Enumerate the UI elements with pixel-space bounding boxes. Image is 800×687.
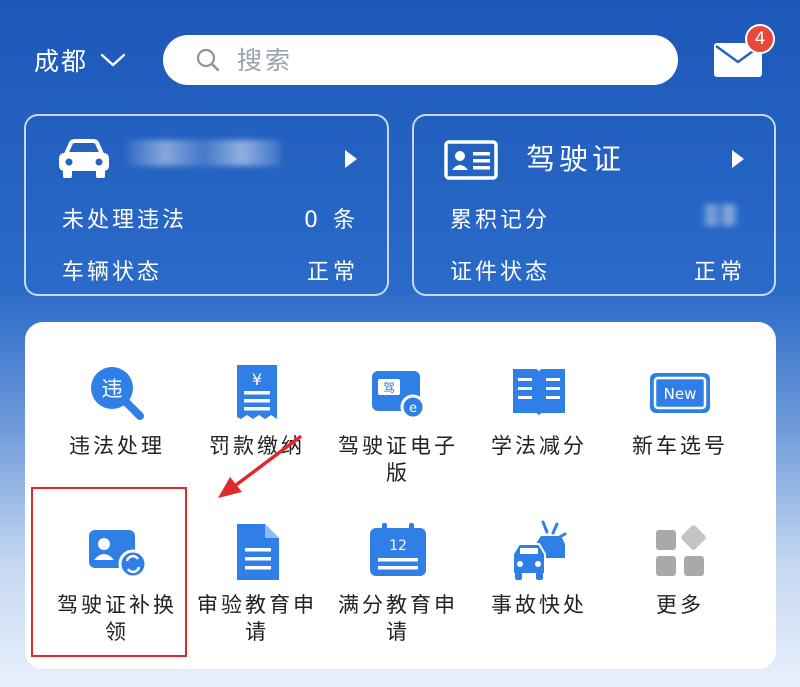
chevron-down-icon — [100, 53, 126, 67]
service-accident[interactable]: 事故快处 — [474, 520, 604, 619]
new-plate-icon: New — [650, 373, 710, 413]
more-grid-icon — [656, 525, 706, 576]
highlight-box — [31, 487, 187, 657]
service-label: 审验教育申请 — [197, 593, 317, 644]
service-label: 更多 — [656, 593, 704, 617]
e-license-icon: 驾 e — [372, 371, 426, 420]
svg-text:e: e — [409, 401, 417, 416]
svg-text:12: 12 — [389, 538, 407, 554]
vehicle-status-label: 车辆状态 — [62, 260, 163, 285]
license-card[interactable]: 驾驶证 累积记分 证件状态 正常 — [412, 114, 776, 296]
search-input[interactable] — [235, 44, 639, 76]
study-book-icon — [513, 369, 565, 417]
car-accident-icon — [512, 520, 567, 580]
license-card-title: 驾驶证 — [526, 142, 626, 176]
red-arrow-annotation — [218, 435, 302, 498]
chevron-right-icon — [345, 150, 357, 168]
city-name: 成都 — [34, 47, 89, 76]
violation-count: 0 条 — [304, 208, 359, 233]
points-label: 累积记分 — [450, 208, 551, 233]
service-full-score-education[interactable]: 12 满分教育申请 — [333, 520, 463, 646]
service-label: 驾驶证电子版 — [338, 434, 458, 485]
svg-text:违: 违 — [102, 377, 123, 401]
service-new-plate[interactable]: New 新车选号 — [615, 361, 745, 460]
violation-row: 未处理违法 0 条 — [62, 202, 359, 234]
id-card-icon — [444, 140, 498, 180]
service-label: 违法处理 — [69, 434, 165, 458]
license-status-label: 证件状态 — [450, 260, 551, 285]
svg-text:New: New — [664, 385, 697, 403]
service-violation[interactable]: 违 违法处理 — [52, 361, 182, 460]
points-redacted — [702, 204, 738, 226]
service-label: 事故快处 — [491, 593, 587, 617]
city-selector[interactable]: 成都 — [34, 42, 126, 78]
plate-number-redacted — [126, 140, 281, 166]
fine-payment-icon: ¥ — [237, 365, 277, 419]
license-status-value: 正常 — [693, 260, 746, 285]
chevron-right-icon — [732, 150, 744, 168]
service-label: 学法减分 — [491, 434, 587, 458]
vehicle-card[interactable]: 未处理违法 0 条 车辆状态 正常 — [24, 114, 389, 296]
violation-search-icon: 违 — [91, 367, 144, 420]
service-label: 满分教育申请 — [338, 593, 458, 644]
service-more[interactable]: 更多 — [615, 520, 745, 619]
car-icon — [59, 139, 109, 178]
service-e-license[interactable]: 驾 e 驾驶证电子版 — [333, 361, 463, 487]
vehicle-status-value: 正常 — [306, 260, 359, 285]
document-icon — [237, 524, 279, 580]
violation-label: 未处理违法 — [62, 208, 188, 233]
svg-text:¥: ¥ — [252, 370, 262, 389]
svg-text:驾: 驾 — [383, 381, 395, 395]
calendar-12-icon: 12 — [370, 523, 426, 576]
service-label: 新车选号 — [632, 434, 728, 458]
vehicle-status-row: 车辆状态 正常 — [62, 254, 359, 286]
mail-badge: 4 — [745, 24, 775, 54]
search-bar[interactable] — [163, 35, 678, 85]
service-review-education[interactable]: 审验教育申请 — [192, 520, 322, 646]
license-status-row: 证件状态 正常 — [450, 254, 746, 286]
service-study[interactable]: 学法减分 — [474, 361, 604, 460]
search-icon — [196, 48, 220, 72]
